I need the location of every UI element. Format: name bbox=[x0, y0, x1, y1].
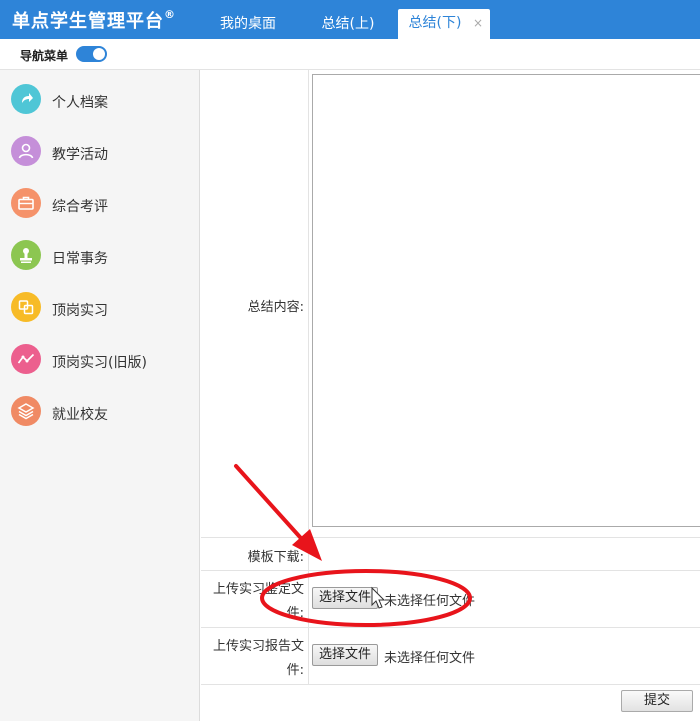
sidebar-item-daily-affairs[interactable]: 日常事务 bbox=[0, 234, 200, 286]
upload-appraisal-label-cont: 件: bbox=[286, 606, 304, 621]
tab-label: 我的桌面 bbox=[220, 16, 276, 32]
tab-summary-second[interactable]: 总结(下) × bbox=[398, 9, 490, 39]
share-arrow-icon bbox=[11, 84, 41, 114]
sidebar-item-employment-alumni[interactable]: 就业校友 bbox=[0, 390, 200, 442]
choose-appraisal-file-button[interactable]: 选择文件 bbox=[312, 587, 379, 609]
submit-button[interactable]: 提交 bbox=[621, 690, 693, 712]
sidebar-item-label: 日常事务 bbox=[52, 251, 108, 267]
briefcase-icon bbox=[11, 188, 41, 218]
top-bar: 单点学生管理平台® 我的桌面 总结(上) 总结(下) × bbox=[0, 0, 700, 39]
sidebar-item-label: 顶岗实习(旧版) bbox=[52, 355, 147, 371]
close-icon[interactable]: × bbox=[473, 9, 483, 38]
toggle-knob bbox=[93, 48, 105, 60]
summary-form: 总结内容: 模板下载: 上传实习鉴定文 件: 选择文件 未选择任何文件 上传实习… bbox=[201, 70, 700, 721]
summary-content-label: 总结内容: bbox=[247, 300, 304, 315]
report-file-status: 未选择任何文件 bbox=[384, 651, 476, 666]
user-icon bbox=[11, 136, 41, 166]
sidebar-item-label: 综合考评 bbox=[52, 199, 108, 215]
trend-icon bbox=[11, 344, 41, 374]
sidebar-item-label: 教学活动 bbox=[52, 147, 108, 163]
sidebar-item-label: 就业校友 bbox=[52, 407, 108, 423]
template-download-label: 模板下载: bbox=[247, 550, 304, 565]
app-logo: 单点学生管理平台® bbox=[12, 7, 176, 33]
stamp-icon bbox=[11, 240, 41, 270]
tab-summary-first[interactable]: 总结(上) bbox=[304, 10, 392, 39]
sidebar-item-label: 顶岗实习 bbox=[52, 303, 108, 319]
sidebar-item-internship-legacy[interactable]: 顶岗实习(旧版) bbox=[0, 338, 200, 390]
nav-menu-bar: 导航菜单 bbox=[0, 39, 700, 70]
form-column-divider bbox=[308, 70, 309, 684]
tab-label: 总结(上) bbox=[321, 16, 375, 32]
choose-report-file-button[interactable]: 选择文件 bbox=[312, 644, 379, 666]
exchange-icon bbox=[11, 292, 41, 322]
upload-report-label-cont: 件: bbox=[286, 663, 304, 678]
summary-content-textarea[interactable] bbox=[312, 74, 700, 527]
nav-menu-label: 导航菜单 bbox=[20, 49, 69, 63]
row-divider bbox=[201, 627, 700, 628]
appraisal-file-status: 未选择任何文件 bbox=[384, 594, 476, 609]
upload-report-label: 上传实习报告文 bbox=[212, 639, 304, 654]
sidebar-item-teaching-activities[interactable]: 教学活动 bbox=[0, 130, 200, 182]
app-title: 单点学生管理平台 bbox=[12, 11, 164, 32]
sidebar: 个人档案 教学活动 综合考评 日常事务 顶岗实习 顶岗实习(旧版) 就业校友 bbox=[0, 70, 200, 721]
sidebar-item-label: 个人档案 bbox=[52, 95, 108, 111]
upload-appraisal-label: 上传实习鉴定文 bbox=[212, 582, 304, 597]
row-divider bbox=[201, 537, 700, 538]
sidebar-item-personal-profile[interactable]: 个人档案 bbox=[0, 78, 200, 130]
row-divider bbox=[201, 570, 700, 571]
layers-icon bbox=[11, 396, 41, 426]
row-divider bbox=[201, 684, 700, 685]
tab-my-desktop[interactable]: 我的桌面 bbox=[200, 10, 296, 39]
nav-menu-toggle[interactable] bbox=[76, 46, 107, 62]
sidebar-item-internship[interactable]: 顶岗实习 bbox=[0, 286, 200, 338]
registered-mark: ® bbox=[164, 8, 176, 21]
tab-label: 总结(下) bbox=[408, 15, 462, 31]
sidebar-item-comprehensive-evaluation[interactable]: 综合考评 bbox=[0, 182, 200, 234]
